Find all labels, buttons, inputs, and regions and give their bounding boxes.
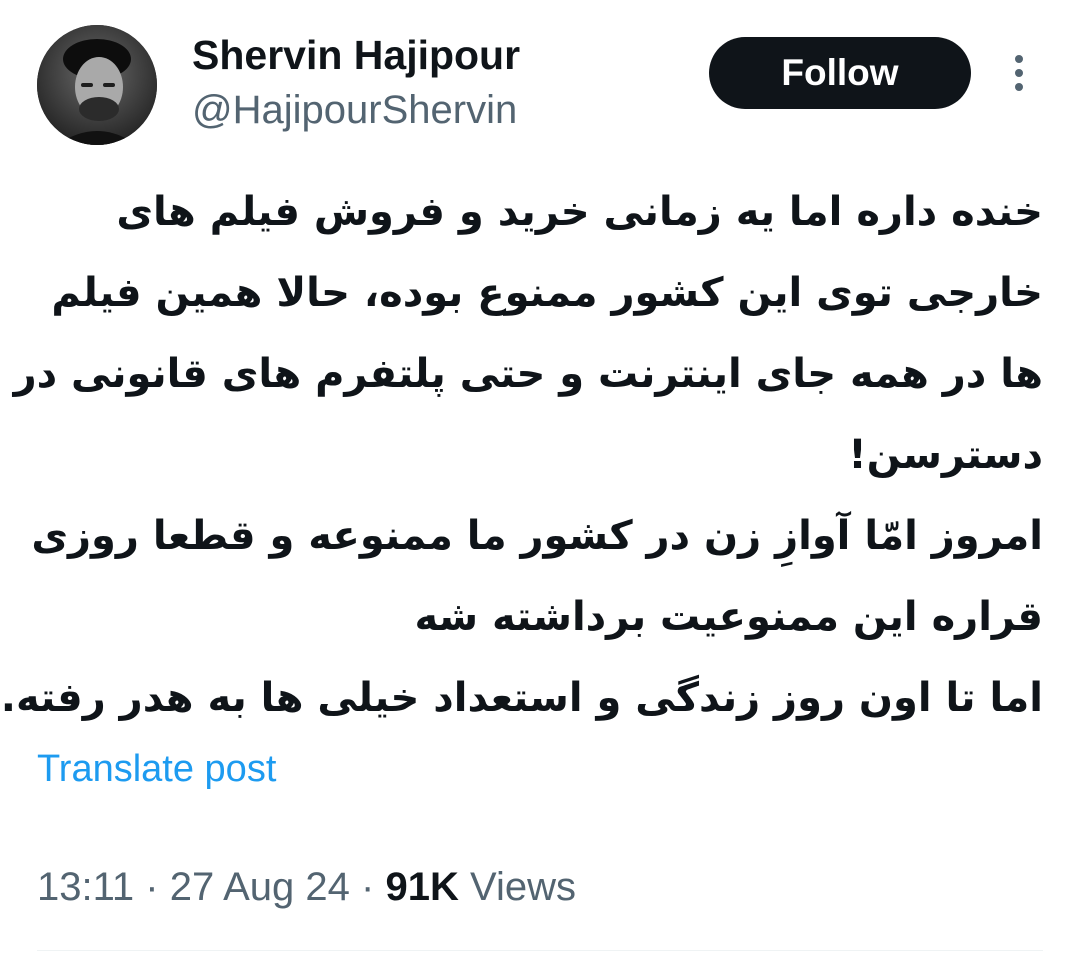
tweet-line: اما تا اون روز زندگی و استعداد خیلی ها ب… [0,675,1043,721]
tweet-text: خنده داره اما یه زمانی خرید و فروش فیلم … [0,172,1044,739]
meta-separator: · [361,865,375,909]
profile-photo [37,25,157,145]
meta-separator: · [145,865,159,909]
avatar[interactable] [37,25,157,145]
tweet-time[interactable]: 13:11 [37,865,134,909]
user-handle[interactable]: @HajipourShervin [192,86,517,134]
vertical-dots-icon [1015,55,1023,91]
tweet-line: امروز امّا آوازِ زن در کشور ما ممنوعه و … [31,513,1043,559]
tweet-date[interactable]: 27 Aug 24 [170,865,350,909]
tweet-line: ها در همه جای اینترنت و حتی پلتفرم های ق… [13,351,1043,397]
tweet-meta: 13:11 · 27 Aug 24 · 91K Views [37,862,576,912]
translate-post-link[interactable]: Translate post [37,745,276,793]
more-options-button[interactable] [1003,52,1035,94]
views-label: Views [470,865,576,909]
tweet-line: خنده داره اما یه زمانی خرید و فروش فیلم … [116,189,1043,235]
display-name[interactable]: Shervin Hajipour [192,30,520,80]
divider [37,950,1043,951]
views-count: 91K [385,865,459,909]
tweet-line: دسترسن! [848,432,1043,478]
tweet-line: خارجی توی این کشور ممنوع بوده، حالا همین… [51,270,1043,316]
follow-button[interactable]: Follow [709,37,971,109]
tweet-line: قراره این ممنوعیت برداشته شه [414,594,1044,640]
